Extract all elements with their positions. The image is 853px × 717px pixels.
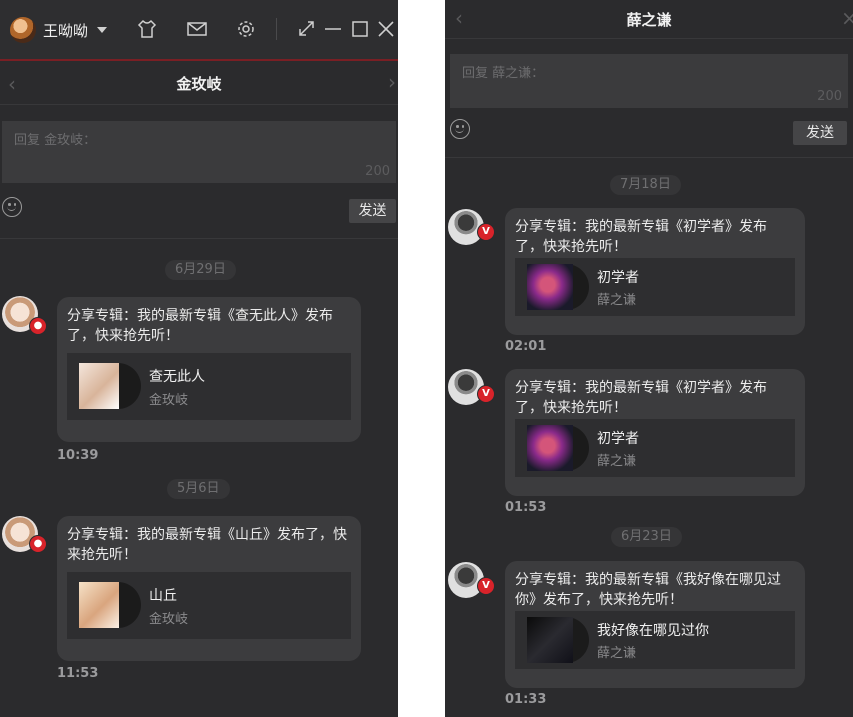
- verified-badge-icon: V: [477, 577, 495, 595]
- album-artist: 金玫岐: [149, 612, 189, 627]
- message-text: 分享专辑：我的最新专辑《查无此人》发布 了，快来抢先听！: [67, 308, 333, 344]
- album-cover: [527, 425, 589, 471]
- emoji-icon[interactable]: [2, 197, 22, 217]
- maximize-icon[interactable]: [349, 18, 371, 40]
- verified-badge-icon: ●: [29, 535, 47, 553]
- miniwindow-icon[interactable]: [296, 18, 318, 40]
- chat-title: 薛之谦: [626, 11, 672, 29]
- album-artist: 薛之谦: [597, 454, 637, 469]
- close-chat-icon[interactable]: ›: [388, 70, 396, 94]
- header-divider: [0, 104, 398, 105]
- message-time: 01:53: [505, 500, 547, 515]
- close-chat-icon[interactable]: ×: [841, 6, 853, 30]
- chat-header: ‹ 金玫岐 ›: [0, 60, 398, 104]
- album-cover: [79, 363, 141, 409]
- user-avatar[interactable]: [10, 17, 36, 43]
- minimize-icon[interactable]: [322, 18, 344, 40]
- toolbar-separator: [276, 18, 277, 40]
- date-separator: 6月23日: [611, 527, 682, 547]
- message-text: 分享专辑：我的最新专辑《我好像在哪见过 你》发布了，快来抢先听！: [515, 572, 781, 608]
- chat-title: 金玫岐: [176, 75, 222, 93]
- album-title: 我好像在哪见过你: [597, 623, 709, 639]
- verified-badge-icon: ●: [29, 317, 47, 335]
- date-separator: 7月18日: [610, 175, 681, 195]
- album-artist: 薛之谦: [597, 293, 637, 308]
- tshirt-icon[interactable]: [136, 18, 158, 40]
- verified-badge-icon: V: [477, 385, 495, 403]
- message-text: 分享专辑：我的最新专辑《初学者》发布 了，快来抢先听！: [515, 380, 767, 416]
- input-divider: [0, 238, 398, 239]
- message-time: 02:01: [505, 339, 547, 354]
- chevron-down-icon[interactable]: [97, 27, 107, 33]
- message-text: 分享专辑：我的最新专辑《山丘》发布了，快 来抢先听！: [67, 527, 347, 563]
- send-button[interactable]: 发送: [349, 199, 396, 223]
- mail-icon[interactable]: [186, 18, 208, 40]
- album-cover: [527, 264, 589, 310]
- char-count: 200: [817, 89, 842, 104]
- right-chat-window: ‹ 薛之谦 × 回复 薛之谦： 200 发送 7月18日 V 分享专辑：我的最新…: [445, 0, 853, 717]
- close-icon[interactable]: [375, 18, 397, 40]
- reply-placeholder: 回复 金玫岐：: [14, 133, 97, 148]
- album-cover: [79, 582, 141, 628]
- input-divider: [445, 157, 853, 158]
- album-title: 查无此人: [149, 369, 205, 385]
- reply-input[interactable]: 回复 薛之谦： 200: [450, 54, 848, 108]
- message-time: 11:53: [57, 666, 99, 681]
- date-separator: 6月29日: [165, 260, 236, 280]
- album-title: 山丘: [149, 588, 177, 604]
- left-chat-window: 王呦呦 ‹ 金玫岐 › 回复 金玫岐： 200 发送 6月29日 ● 分享专辑：…: [0, 0, 398, 717]
- album-artist: 金玫岐: [149, 393, 189, 408]
- message-bubble: 分享专辑：我的最新专辑《山丘》发布了，快 来抢先听！ 山丘 金玫岐: [57, 516, 361, 661]
- send-button[interactable]: 发送: [793, 121, 847, 145]
- album-title: 初学者: [597, 431, 639, 447]
- emoji-icon[interactable]: [450, 119, 470, 139]
- album-card[interactable]: 山丘 金玫岐: [67, 572, 351, 639]
- app-top-bar: 王呦呦: [0, 0, 398, 61]
- album-card[interactable]: 初学者 薛之谦: [515, 258, 795, 316]
- header-divider: [445, 38, 853, 39]
- verified-badge-icon: V: [477, 223, 495, 241]
- album-cover: [527, 617, 589, 663]
- album-card[interactable]: 查无此人 金玫岐: [67, 353, 351, 420]
- message-time: 10:39: [57, 448, 99, 463]
- message-bubble: 分享专辑：我的最新专辑《初学者》发布 了，快来抢先听！ 初学者 薛之谦: [505, 369, 805, 496]
- message-bubble: 分享专辑：我的最新专辑《查无此人》发布 了，快来抢先听！ 查无此人 金玫岐: [57, 297, 361, 442]
- gear-icon[interactable]: [235, 18, 257, 40]
- message-time: 01:33: [505, 692, 547, 707]
- date-separator: 5月6日: [167, 479, 230, 499]
- username[interactable]: 王呦呦: [43, 20, 88, 41]
- reply-input[interactable]: 回复 金玫岐： 200: [2, 121, 396, 183]
- album-artist: 薛之谦: [597, 646, 637, 661]
- char-count: 200: [365, 164, 390, 179]
- album-title: 初学者: [597, 270, 639, 286]
- reply-placeholder: 回复 薛之谦：: [462, 66, 545, 81]
- message-text: 分享专辑：我的最新专辑《初学者》发布 了，快来抢先听！: [515, 219, 767, 255]
- album-card[interactable]: 我好像在哪见过你 薛之谦: [515, 611, 795, 669]
- album-card[interactable]: 初学者 薛之谦: [515, 419, 795, 477]
- message-bubble: 分享专辑：我的最新专辑《我好像在哪见过 你》发布了，快来抢先听！ 我好像在哪见过…: [505, 561, 805, 688]
- message-bubble: 分享专辑：我的最新专辑《初学者》发布 了，快来抢先听！ 初学者 薛之谦: [505, 208, 805, 335]
